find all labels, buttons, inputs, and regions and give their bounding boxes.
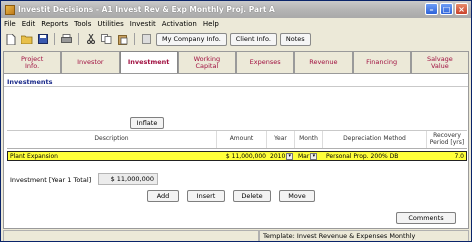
copy-icon[interactable] (100, 33, 113, 46)
tab-revenue[interactable]: Revenue (294, 51, 353, 73)
menu-edit[interactable]: Edit (22, 20, 36, 28)
cell-year[interactable]: 2010 ▾ (268, 152, 296, 160)
table-header: Description Amount Year Month Depreciati… (7, 130, 467, 149)
menu-file[interactable]: File (4, 20, 16, 28)
close-icon[interactable]: × (455, 3, 468, 15)
menu-reports[interactable]: Reports (41, 20, 68, 28)
maximize-icon[interactable]: □ (440, 3, 453, 15)
section-divider (4, 86, 468, 87)
menu-utilities[interactable]: Utilities (97, 20, 123, 28)
client-info-button[interactable]: Client Info. (229, 32, 277, 46)
tab-financing[interactable]: Financing (352, 51, 411, 73)
col-description: Description (7, 131, 217, 148)
tab-working-capital[interactable]: Working Capital (177, 51, 236, 73)
add-button[interactable]: Add (147, 190, 179, 202)
col-amount: Amount (217, 131, 267, 148)
title-bar: Investit Decisions - A1 Invest Rev & Exp… (1, 1, 471, 18)
total-label: Investment [Year 1 Total] (10, 176, 92, 184)
status-template: Template: Invest Revenue & Expenses Mont… (259, 230, 469, 241)
paste-icon[interactable] (116, 33, 129, 46)
col-depreciation-method: Depreciation Method (323, 131, 427, 148)
open-folder-icon[interactable] (20, 33, 33, 46)
section-title: Investments (7, 78, 53, 86)
window-title: Investit Decisions - A1 Invest Rev & Exp… (18, 5, 275, 14)
move-button[interactable]: Move (279, 190, 315, 202)
app-window: Investit Decisions - A1 Invest Rev & Exp… (0, 0, 472, 242)
save-icon[interactable] (36, 33, 49, 46)
toolbar-separator (54, 33, 55, 45)
print-icon[interactable] (60, 33, 73, 46)
insert-button[interactable]: Insert (187, 190, 225, 202)
year-dropdown-icon[interactable]: ▾ (286, 152, 294, 160)
delete-button[interactable]: Delete (233, 190, 271, 202)
month-dropdown-icon[interactable]: ▾ (310, 152, 318, 160)
comments-button[interactable]: Comments (396, 212, 456, 224)
total-value: $ 11,000,000 (98, 173, 158, 185)
menu-tools[interactable]: Tools (74, 20, 91, 28)
tab-salvage-value[interactable]: Salvage Value (410, 51, 469, 73)
tab-expenses[interactable]: Expenses (236, 51, 295, 73)
col-recovery-period: Recovery Period [yrs] (429, 132, 465, 146)
menu-activation[interactable]: Activation (162, 20, 197, 28)
col-year: Year (267, 131, 295, 148)
menu-investit[interactable]: Investit (130, 20, 156, 28)
tab-strip: Project Info. Investor Investment Workin… (3, 51, 469, 73)
col-month: Month (295, 131, 323, 148)
status-bar: Template: Invest Revenue & Expenses Mont… (3, 230, 469, 241)
cell-recovery-period[interactable]: 7.0 (428, 152, 466, 160)
cell-month-value: Mar (298, 152, 310, 160)
toolbar-separator (134, 33, 135, 45)
tab-investment[interactable]: Investment (119, 51, 178, 73)
app-icon (5, 4, 15, 15)
cell-month[interactable]: Mar ▾ (296, 152, 324, 160)
cell-year-value: 2010 (270, 152, 286, 160)
tab-investor[interactable]: Investor (61, 51, 120, 73)
calculator-icon[interactable] (140, 33, 153, 46)
investment-panel: Investments Inflate Description Amount Y… (3, 73, 469, 229)
notes-button[interactable]: Notes (279, 32, 311, 46)
toolbar-separator (78, 33, 79, 45)
menu-help[interactable]: Help (203, 20, 219, 28)
toolbar: My Company Info. Client Info. Notes (1, 30, 471, 48)
minimize-icon[interactable]: – (425, 3, 438, 15)
inflate-button[interactable]: Inflate (130, 117, 164, 129)
cell-depreciation-method[interactable]: Personal Prop. 200% DB (324, 152, 428, 160)
menu-bar: File Edit Reports Tools Utilities Invest… (1, 18, 471, 30)
cell-description[interactable]: Plant Expansion (8, 152, 218, 160)
window-controls: – □ × (425, 3, 468, 15)
status-cell-empty (3, 230, 259, 241)
tab-project-info[interactable]: Project Info. (3, 51, 62, 73)
cut-icon[interactable] (84, 33, 97, 46)
table-row[interactable]: Plant Expansion $ 11,000,000 2010 ▾ Mar … (7, 151, 467, 161)
my-company-info-button[interactable]: My Company Info. (156, 32, 227, 46)
new-file-icon[interactable] (4, 33, 17, 46)
cell-amount[interactable]: $ 11,000,000 (218, 152, 268, 160)
